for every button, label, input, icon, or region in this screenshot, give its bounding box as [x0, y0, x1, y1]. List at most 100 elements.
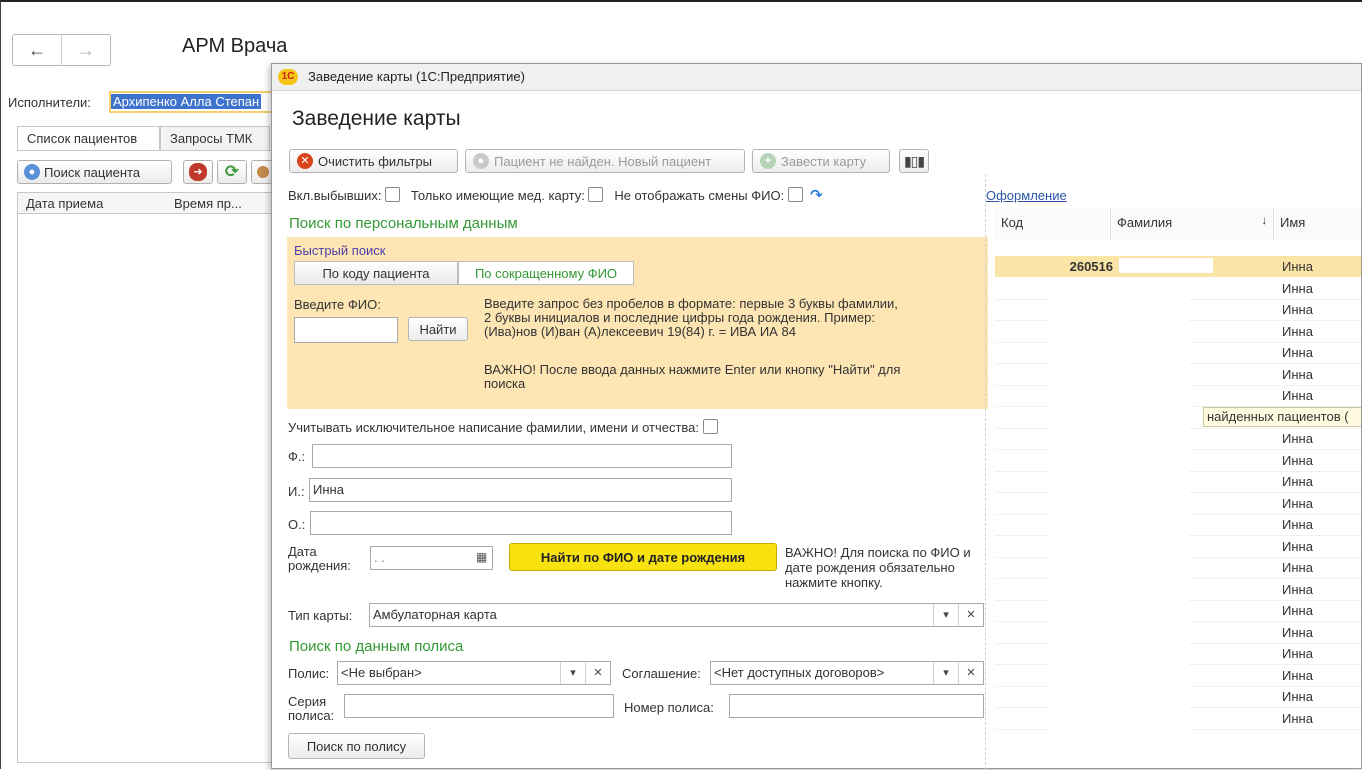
result-first-name: Инна	[1282, 495, 1313, 511]
patronymic-input[interactable]	[310, 511, 732, 535]
tab-tmk-requests[interactable]: Запросы ТМК	[160, 126, 270, 150]
surname-label: Ф.:	[288, 449, 306, 464]
agreement-value: <Нет доступных договоров>	[714, 665, 885, 680]
result-code: 260516	[1069, 259, 1113, 274]
filters-row: Вкл.выбывших: Только имеющие мед. карту:…	[288, 186, 823, 204]
hide-name-changes-label: Не отображать смены ФИО:	[614, 188, 785, 203]
design-link[interactable]: Оформление	[986, 188, 1067, 203]
tab-by-short-name[interactable]: По сокращенному ФИО	[458, 261, 634, 285]
refresh-button[interactable]: ⟳	[217, 160, 247, 184]
exact-spelling-label: Учитывать исключительное написание фамил…	[288, 420, 700, 435]
clear-filters-button[interactable]: ✕ Очистить фильтры	[289, 149, 458, 173]
chevron-down-icon[interactable]: ▾	[560, 662, 585, 684]
personal-section-title: Поиск по персональным данным	[289, 215, 518, 232]
dialog-titlebar[interactable]: 1С Заведение карты (1С:Предприятие)	[272, 64, 1361, 91]
clear-x-icon[interactable]: ✕	[585, 662, 610, 684]
dialog-heading: Заведение карты	[292, 107, 461, 130]
birth-search-note: ВАЖНО! Для поиска по ФИО и дате рождения…	[785, 545, 971, 590]
column-first-name[interactable]: Имя	[1274, 208, 1361, 240]
enter-name-label: Введите ФИО:	[294, 297, 381, 312]
result-first-name: Инна	[1282, 431, 1313, 446]
executor-field[interactable]: Архипенко Алла Степан	[109, 91, 279, 113]
exact-spelling-checkbox[interactable]	[702, 419, 718, 434]
results-grid[interactable]: Код Фамилия ↓ Имя 260516 Инна Инна Инна Инна…	[995, 208, 1361, 768]
clear-icon: ✕	[297, 153, 313, 169]
column-date[interactable]: Дата приема	[18, 196, 166, 211]
result-first-name: Инна	[1282, 581, 1313, 597]
refresh-icon: ⟳	[224, 162, 240, 181]
policy-value: <Не выбран>	[341, 665, 422, 680]
include-dropouts-label: Вкл.выбывших:	[288, 188, 382, 203]
policy-select[interactable]: <Не выбран> ▾ ✕	[337, 661, 611, 685]
only-with-card-label: Только имеющие мед. карту:	[410, 188, 585, 203]
executor-value: Архипенко Алла Степан	[111, 94, 262, 109]
barcode-button[interactable]: ▮▯▮	[899, 149, 929, 173]
clear-x-icon[interactable]: ✕	[958, 604, 983, 626]
result-first-name: Инна	[1282, 689, 1313, 704]
result-first-name: Инна	[1282, 560, 1313, 575]
result-row[interactable]: 260516 Инна	[995, 256, 1361, 277]
result-first-name: Инна	[1282, 624, 1313, 640]
tab-divider	[17, 150, 277, 151]
result-first-name: Инна	[1282, 323, 1313, 339]
result-first-name: Инна	[1282, 646, 1313, 661]
user-small-icon	[257, 166, 269, 178]
quick-find-button[interactable]: Найти	[408, 317, 468, 341]
column-code[interactable]: Код	[995, 208, 1111, 240]
transfer-button[interactable]: ➜	[183, 160, 213, 184]
patronymic-label: О.:	[288, 517, 306, 532]
name-label: И.:	[288, 484, 305, 499]
forward-arrow-icon[interactable]: →	[62, 35, 110, 65]
result-first-name: Инна	[1282, 302, 1313, 317]
tab-by-code[interactable]: По коду пациента	[294, 261, 458, 285]
new-patient-button[interactable]: ● Пациент не найден. Новый пациент	[465, 149, 745, 173]
policy-number-input[interactable]	[729, 694, 984, 718]
result-first-name: Инна	[1282, 517, 1313, 532]
blank-surname-area	[1049, 277, 1189, 768]
find-patient-button[interactable]: ● Поиск пациента	[17, 160, 172, 184]
policy-series-input[interactable]	[344, 694, 614, 718]
user-icon: ●	[473, 153, 489, 169]
card-type-label: Тип карты:	[288, 608, 353, 623]
search-by-name-birth-button[interactable]: Найти по ФИО и дате рождения	[509, 543, 777, 571]
quick-search-important: ВАЖНО! После ввода данных нажмите Enter …	[484, 362, 901, 391]
policy-series-label: Серия полиса:	[288, 694, 335, 723]
patient-grid[interactable]	[17, 214, 275, 763]
results-divider	[985, 174, 986, 770]
1c-logo-icon: 1С	[278, 69, 298, 85]
chevron-down-icon[interactable]: ▾	[933, 604, 958, 626]
create-card-button[interactable]: + Завести карту	[752, 149, 890, 173]
surname-input[interactable]	[312, 444, 732, 468]
navigation-buttons: ← →	[12, 34, 111, 66]
quick-search-title: Быстрый поиск	[294, 243, 386, 258]
search-by-policy-button[interactable]: Поиск по полису	[288, 733, 425, 759]
redo-arrow-icon[interactable]: ↷	[810, 187, 823, 204]
patient-grid-header: Дата приема Время пр...	[17, 192, 275, 214]
back-arrow-icon[interactable]: ←	[13, 35, 62, 65]
include-dropouts-checkbox[interactable]	[385, 187, 401, 202]
only-with-card-checkbox[interactable]	[588, 187, 604, 202]
hide-name-changes-checkbox[interactable]	[787, 187, 803, 202]
card-type-value: Амбулаторная карта	[373, 607, 497, 622]
tab-patient-list[interactable]: Список пациентов	[17, 126, 160, 150]
name-input[interactable]: Инна	[309, 478, 732, 502]
column-surname[interactable]: Фамилия ↓	[1111, 208, 1274, 240]
result-first-name: Инна	[1282, 366, 1313, 382]
create-card-label: Завести карту	[781, 153, 867, 169]
column-surname-label: Фамилия	[1117, 215, 1173, 230]
card-type-select[interactable]: Амбулаторная карта ▾ ✕	[369, 603, 984, 627]
clear-x-icon[interactable]: ✕	[958, 662, 983, 684]
chevron-down-icon[interactable]: ▾	[933, 662, 958, 684]
quick-search-panel: Быстрый поиск По коду пациента По сокращ…	[287, 237, 988, 409]
result-surname-hidden	[1119, 258, 1213, 273]
result-first-name: Инна	[1282, 259, 1313, 274]
result-first-name: Инна	[1282, 345, 1313, 360]
barcode-icon: ▮▯▮	[903, 152, 925, 169]
column-time[interactable]: Время пр...	[166, 196, 242, 211]
executor-label: Исполнители:	[8, 95, 91, 110]
calendar-icon[interactable]: ▦	[476, 550, 487, 564]
dialog-window-title: Заведение карты (1С:Предприятие)	[308, 69, 525, 84]
birth-date-input[interactable]: . .	[370, 546, 493, 570]
quick-name-input[interactable]	[294, 317, 398, 343]
agreement-select[interactable]: <Нет доступных договоров> ▾ ✕	[710, 661, 984, 685]
